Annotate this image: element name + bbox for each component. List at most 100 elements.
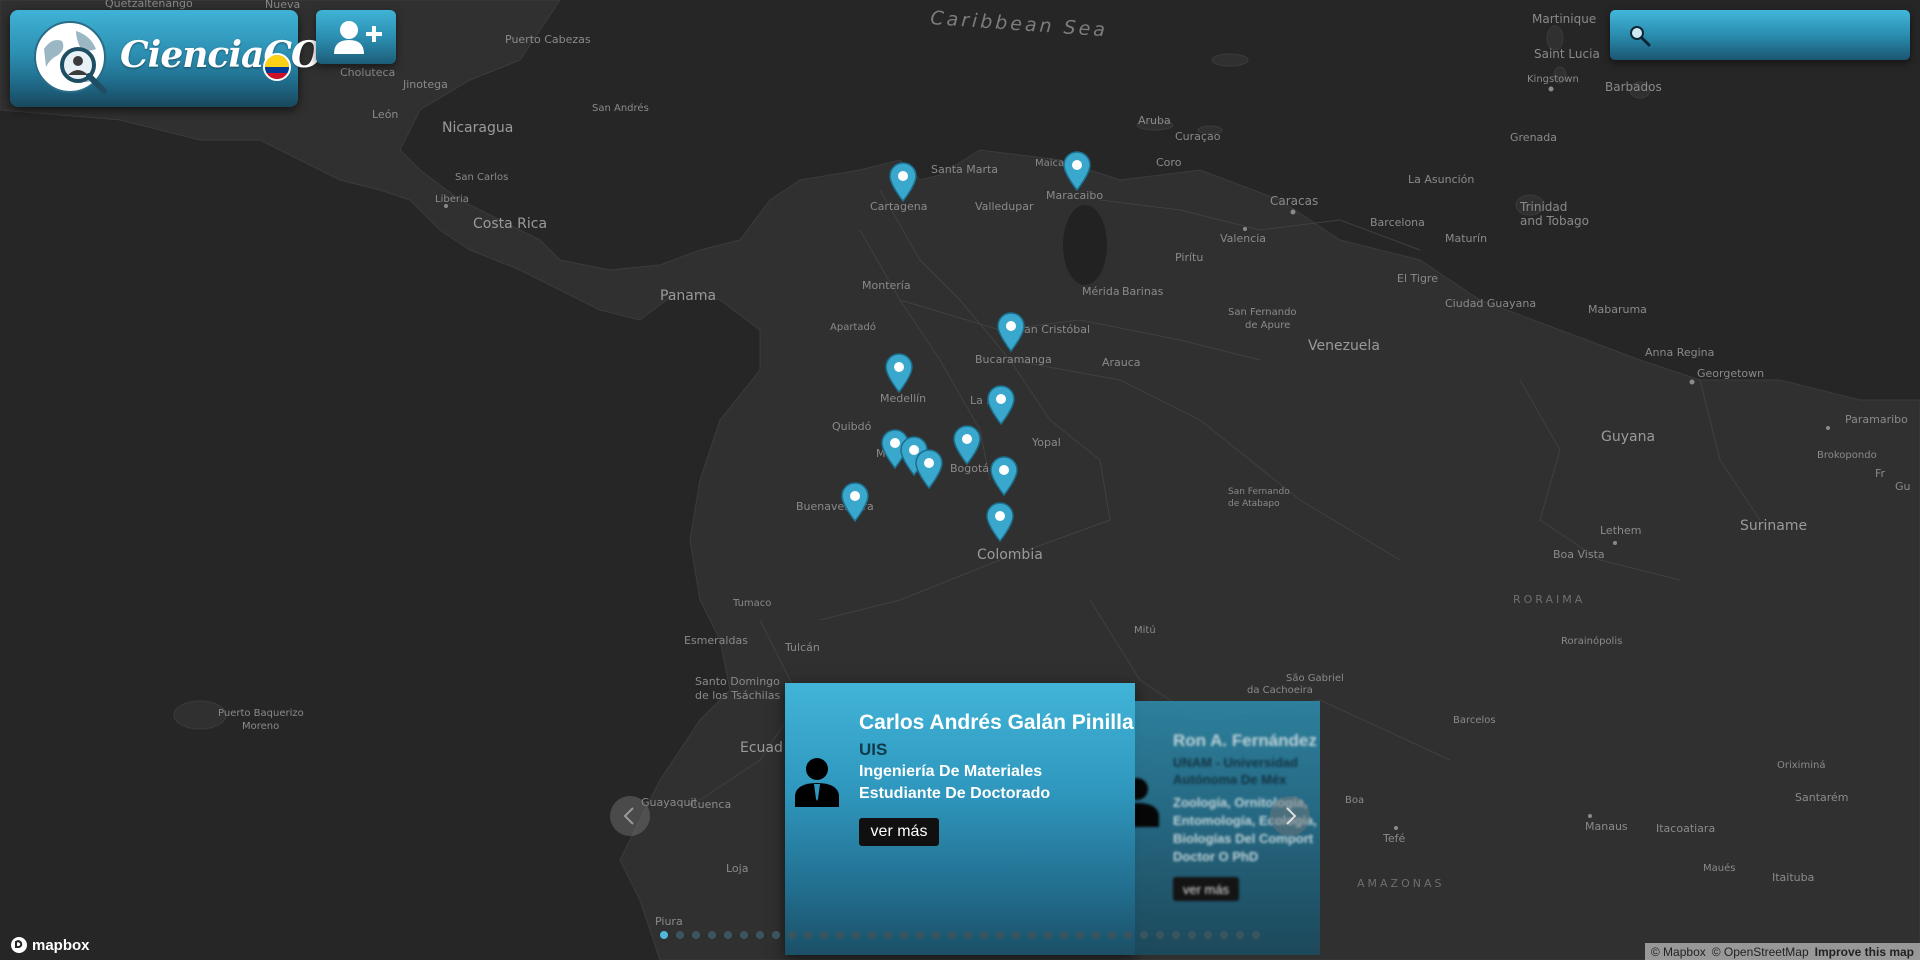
carousel-dot[interactable]: [820, 931, 828, 939]
location-marker-icon[interactable]: [1062, 151, 1092, 191]
svg-text:San Carlos: San Carlos: [455, 172, 508, 183]
carousel-next-button[interactable]: [1270, 796, 1310, 836]
svg-text:Medellín: Medellín: [880, 392, 926, 405]
location-marker-icon[interactable]: [985, 502, 1015, 542]
carousel-dot[interactable]: [1236, 931, 1244, 939]
svg-text:Kingstown: Kingstown: [1527, 74, 1579, 85]
svg-text:Rorainópolis: Rorainópolis: [1561, 635, 1622, 647]
researcher-card[interactable]: Carlos Andrés Galán Pinilla UIS Ingenier…: [785, 683, 1135, 955]
location-marker-icon[interactable]: [989, 456, 1019, 496]
svg-text:León: León: [372, 108, 398, 121]
carousel-dot[interactable]: [996, 931, 1004, 939]
see-more-button[interactable]: ver más: [1173, 877, 1239, 901]
svg-text:Tefé: Tefé: [1382, 832, 1405, 845]
carousel-dot[interactable]: [1060, 931, 1068, 939]
search-icon: [1630, 26, 1651, 47]
svg-text:Martinique: Martinique: [1532, 12, 1596, 26]
location-marker-icon[interactable]: [952, 425, 982, 465]
svg-text:Quetzaltenango: Quetzaltenango: [105, 0, 193, 10]
carousel-dot[interactable]: [1124, 931, 1132, 939]
carousel-dot[interactable]: [756, 931, 764, 939]
carousel-dot[interactable]: [1140, 931, 1148, 939]
carousel-prev-button[interactable]: [610, 796, 650, 836]
researcher-level: Doctor O PhD: [1173, 849, 1259, 864]
svg-text:Trinidad: Trinidad: [1519, 200, 1567, 214]
svg-text:El Tigre: El Tigre: [1397, 272, 1438, 285]
carousel-dot[interactable]: [1108, 931, 1116, 939]
carousel-dot[interactable]: [660, 931, 668, 939]
carousel-dot[interactable]: [964, 931, 972, 939]
svg-text:Aruba: Aruba: [1138, 114, 1171, 127]
researcher-institution: UNAM - Universidad: [1173, 755, 1298, 770]
location-marker-icon[interactable]: [840, 482, 870, 522]
carousel-dot[interactable]: [692, 931, 700, 939]
svg-text:Barcelona: Barcelona: [1370, 216, 1425, 229]
carousel-dot[interactable]: [1220, 931, 1228, 939]
carousel-dot[interactable]: [740, 931, 748, 939]
researcher-name: Carlos Andrés Galán Pinilla: [859, 711, 1134, 734]
map-attribution: © Mapbox © OpenStreetMap Improve this ma…: [1644, 943, 1920, 960]
svg-text:Yopal: Yopal: [1031, 436, 1061, 449]
carousel-dot[interactable]: [1028, 931, 1036, 939]
location-marker-icon[interactable]: [996, 312, 1026, 352]
carousel-dot[interactable]: [932, 931, 940, 939]
carousel-dot[interactable]: [1012, 931, 1020, 939]
chevron-right-icon: [1286, 807, 1297, 825]
location-marker-icon[interactable]: [884, 353, 914, 393]
carousel-dot[interactable]: [836, 931, 844, 939]
svg-text:Ciudad Guayana: Ciudad Guayana: [1445, 297, 1536, 310]
see-more-button[interactable]: ver más: [859, 818, 939, 846]
location-marker-icon[interactable]: [888, 162, 918, 202]
location-marker-icon[interactable]: [986, 385, 1016, 425]
search-bar[interactable]: [1610, 10, 1910, 60]
logo-text: CienciaCO: [120, 34, 322, 76]
svg-text:Suriname: Suriname: [1740, 518, 1807, 534]
carousel-dot[interactable]: [1076, 931, 1084, 939]
search-input[interactable]: [1656, 20, 1900, 50]
improve-map-link[interactable]: Improve this map: [1815, 945, 1914, 959]
carousel-dot[interactable]: [1188, 931, 1196, 939]
mapbox-logo[interactable]: mapbox: [10, 935, 90, 955]
carousel-dot[interactable]: [868, 931, 876, 939]
attribution-mapbox-link[interactable]: © Mapbox: [1651, 945, 1706, 959]
carousel-dot[interactable]: [916, 931, 924, 939]
svg-text:La Asunción: La Asunción: [1408, 173, 1474, 186]
carousel-dot[interactable]: [772, 931, 780, 939]
carousel-dot[interactable]: [676, 931, 684, 939]
svg-text:Montería: Montería: [862, 279, 911, 292]
carousel-dot[interactable]: [852, 931, 860, 939]
carousel-dot[interactable]: [1156, 931, 1164, 939]
carousel-dot[interactable]: [724, 931, 732, 939]
add-user-button[interactable]: [316, 10, 396, 64]
carousel-dot[interactable]: [900, 931, 908, 939]
carousel-dot[interactable]: [1252, 931, 1260, 939]
carousel-dot[interactable]: [1204, 931, 1212, 939]
carousel-dot[interactable]: [980, 931, 988, 939]
carousel-dot[interactable]: [1172, 931, 1180, 939]
svg-text:Barbados: Barbados: [1605, 80, 1662, 94]
carousel-dot[interactable]: [948, 931, 956, 939]
carousel-dot[interactable]: [1044, 931, 1052, 939]
carousel-dot[interactable]: [708, 931, 716, 939]
person-icon: [795, 758, 839, 807]
svg-text:Manaus: Manaus: [1585, 820, 1628, 833]
svg-text:Jinotega: Jinotega: [402, 78, 448, 91]
svg-text:San Fernando: San Fernando: [1228, 487, 1290, 497]
svg-text:Valencia: Valencia: [1220, 232, 1266, 245]
location-marker-icon[interactable]: [914, 449, 944, 489]
mapbox-logo-text: mapbox: [32, 936, 90, 954]
carousel-dot[interactable]: [884, 931, 892, 939]
svg-text:and Tobago: and Tobago: [1520, 214, 1589, 228]
svg-text:AMAZONAS: AMAZONAS: [1357, 877, 1444, 890]
svg-text:RORAIMA: RORAIMA: [1513, 593, 1585, 606]
svg-text:Boa: Boa: [1345, 795, 1364, 806]
svg-text:Barinas: Barinas: [1122, 285, 1164, 298]
svg-text:Boa Vista: Boa Vista: [1553, 548, 1605, 561]
carousel-dot[interactable]: [1092, 931, 1100, 939]
carousel-dot[interactable]: [804, 931, 812, 939]
svg-text:Colombia: Colombia: [977, 547, 1043, 563]
attribution-osm-link[interactable]: © OpenStreetMap: [1712, 945, 1809, 959]
carousel-dot[interactable]: [788, 931, 796, 939]
svg-text:Anna Regina: Anna Regina: [1645, 346, 1714, 359]
app-logo[interactable]: CienciaCO: [10, 10, 322, 107]
